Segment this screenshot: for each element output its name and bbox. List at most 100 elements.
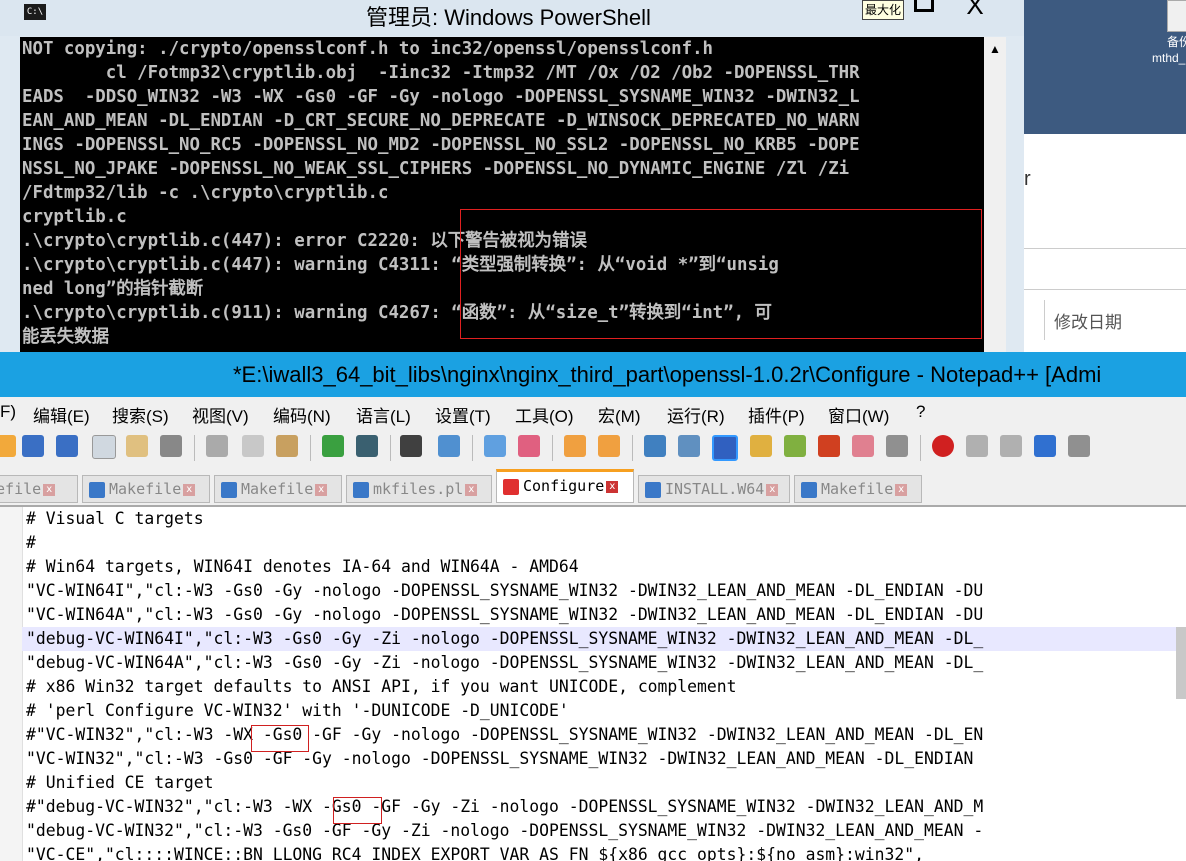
tab-bar: kefilex Makefilex Makefilex mkfiles.plx … bbox=[0, 467, 1186, 507]
close-file-icon[interactable] bbox=[92, 435, 116, 459]
file-icon bbox=[89, 481, 105, 498]
file-icon[interactable] bbox=[1167, 0, 1186, 32]
console-line: NOT copying: ./crypto/opensslconf.h to i… bbox=[22, 39, 714, 59]
paste-icon[interactable] bbox=[276, 435, 298, 457]
redo-icon[interactable] bbox=[356, 435, 378, 457]
tab-close-icon[interactable]: x bbox=[766, 483, 779, 496]
tab-label: Makefile bbox=[241, 480, 314, 498]
print-icon[interactable] bbox=[160, 435, 182, 457]
code-line: "VC-CE","cl::::WINCE::BN_LLONG RC4_INDEX… bbox=[26, 845, 924, 861]
menu-view[interactable]: 视图(V) bbox=[192, 402, 249, 427]
indent-guide-icon[interactable] bbox=[712, 435, 738, 461]
maximize-button[interactable] bbox=[906, 0, 942, 12]
show-all-chars-icon[interactable] bbox=[678, 435, 700, 457]
zoom-out-icon[interactable] bbox=[518, 435, 540, 457]
menu-run[interactable]: 运行(R) bbox=[667, 402, 725, 427]
tab-makefile-0[interactable]: kefilex bbox=[0, 475, 78, 503]
replace-icon[interactable] bbox=[438, 435, 460, 457]
menu-language[interactable]: 语言(L) bbox=[356, 402, 411, 427]
window-title: *E:\iwall3_64_bit_libs\nginx\nginx_third… bbox=[233, 362, 1102, 387]
code-line: # Win64 targets, WIN64I denotes IA-64 an… bbox=[26, 557, 579, 576]
close-button[interactable]: X bbox=[950, 0, 1000, 20]
code-line: # bbox=[26, 533, 36, 552]
code-editor[interactable]: # Visual C targets # # Win64 targets, WI… bbox=[0, 507, 1186, 861]
maximize-tooltip: 最大化 bbox=[862, 0, 904, 20]
run-macro-multiple-icon[interactable] bbox=[1034, 435, 1056, 457]
code-line: "debug-VC-WIN32","cl:-W3 -Gs0 -GF -Gy -Z… bbox=[26, 821, 984, 840]
code-line: "VC-WIN64A","cl:-W3 -Gs0 -Gy -nologo -DO… bbox=[26, 605, 984, 624]
code-line: "debug-VC-WIN64A","cl:-W3 -Gs0 -Gy -Zi -… bbox=[26, 653, 984, 672]
cut-icon[interactable] bbox=[206, 435, 228, 457]
language-icon[interactable] bbox=[750, 435, 772, 457]
tab-close-icon[interactable]: x bbox=[895, 483, 908, 496]
tab-close-icon[interactable]: x bbox=[183, 483, 196, 496]
toolbar-separator bbox=[632, 435, 633, 461]
fold-margin[interactable] bbox=[0, 507, 23, 861]
save-icon[interactable] bbox=[22, 435, 44, 457]
menu-tools[interactable]: 工具(O) bbox=[515, 402, 574, 427]
doc-map-icon[interactable] bbox=[784, 435, 806, 457]
word-wrap-icon[interactable] bbox=[644, 435, 666, 457]
code-line: #"VC-WIN32","cl:-W3 -WX -Gs0 -GF -Gy -no… bbox=[26, 725, 984, 744]
powershell-titlebar[interactable]: C:\ 管理员: Windows PowerShell 最大化 X bbox=[0, 0, 1024, 36]
menu-window[interactable]: 窗口(W) bbox=[828, 402, 889, 427]
file-icon bbox=[801, 481, 817, 498]
sync-horizontal-icon[interactable] bbox=[598, 435, 620, 457]
console-icon[interactable]: C:\ bbox=[24, 4, 46, 20]
file-icon bbox=[503, 478, 519, 495]
menu-help[interactable]: ? bbox=[916, 402, 925, 422]
powershell-window: C:\ 管理员: Windows PowerShell 最大化 X NOT co… bbox=[0, 0, 1024, 352]
toolbar-separator bbox=[194, 435, 195, 461]
code-line: #"debug-VC-WIN32","cl:-W3 -WX -Gs0 -GF -… bbox=[26, 797, 984, 816]
tab-makefile-3[interactable]: Makefile x bbox=[794, 475, 922, 503]
tab-close-icon[interactable]: x bbox=[465, 483, 478, 496]
search-field[interactable] bbox=[1024, 248, 1186, 290]
error-highlight-box bbox=[460, 209, 982, 339]
column-header-modified-date[interactable]: 修改日期 bbox=[1054, 308, 1122, 333]
tab-close-icon[interactable]: x bbox=[43, 483, 56, 496]
console-scrollbar[interactable]: ▲ bbox=[984, 37, 1006, 352]
play-macro-icon[interactable] bbox=[1000, 435, 1022, 457]
tab-makefile-1[interactable]: Makefile x bbox=[82, 475, 210, 503]
tab-makefile-2[interactable]: Makefile x bbox=[214, 475, 342, 503]
scroll-up-icon[interactable]: ▲ bbox=[986, 39, 1004, 59]
tab-configure[interactable]: Configure x bbox=[496, 469, 634, 503]
find-icon[interactable] bbox=[400, 435, 422, 457]
menu-search[interactable]: 搜索(S) bbox=[112, 402, 169, 427]
monitoring-icon[interactable] bbox=[886, 435, 908, 457]
menu-settings[interactable]: 设置(T) bbox=[435, 402, 491, 427]
sync-vertical-icon[interactable] bbox=[564, 435, 586, 457]
menu-plugins[interactable]: 插件(P) bbox=[748, 402, 805, 427]
menu-macro[interactable]: 宏(M) bbox=[598, 402, 640, 427]
tab-mkfiles[interactable]: mkfiles.pl x bbox=[346, 475, 492, 503]
editor-scrollbar-thumb[interactable] bbox=[1176, 627, 1186, 699]
undo-icon[interactable] bbox=[322, 435, 344, 457]
tab-install-w64[interactable]: INSTALL.W64 x bbox=[638, 475, 790, 503]
toolbar bbox=[0, 429, 1186, 468]
tab-close-icon[interactable]: x bbox=[315, 483, 328, 496]
menu-encoding[interactable]: 编码(N) bbox=[273, 402, 331, 427]
file-icon bbox=[353, 481, 369, 498]
menu-file[interactable]: F) bbox=[0, 402, 16, 422]
notepadpp-window: *E:\iwall3_64_bit_libs\nginx\nginx_third… bbox=[0, 352, 1186, 861]
file-label-2[interactable]: mthd_ bbox=[1152, 51, 1185, 65]
wx-highlight-box bbox=[251, 725, 309, 752]
tab-label: Makefile bbox=[821, 480, 894, 498]
copy-icon[interactable] bbox=[242, 435, 264, 457]
menu-edit[interactable]: 编辑(E) bbox=[33, 402, 90, 427]
stop-macro-icon[interactable] bbox=[966, 435, 988, 457]
folder-workspace-icon[interactable] bbox=[852, 435, 874, 457]
file-label[interactable]: 备份 bbox=[1167, 33, 1186, 50]
code-line: # Unified CE target bbox=[26, 773, 214, 792]
record-macro-icon[interactable] bbox=[932, 435, 954, 457]
code-line: "debug-VC-WIN64I","cl:-W3 -Gs0 -Gy -Zi -… bbox=[26, 629, 984, 648]
close-all-icon[interactable] bbox=[126, 435, 148, 457]
save-macro-icon[interactable] bbox=[1068, 435, 1090, 457]
save-all-icon[interactable] bbox=[56, 435, 78, 457]
console-line: NSSL_NO_JPAKE -DOPENSSL_NO_WEAK_SSL_CIPH… bbox=[22, 159, 850, 179]
open-file-icon[interactable] bbox=[0, 435, 16, 457]
notepadpp-titlebar[interactable]: *E:\iwall3_64_bit_libs\nginx\nginx_third… bbox=[0, 352, 1186, 397]
tab-close-icon[interactable]: x bbox=[606, 480, 619, 493]
zoom-in-icon[interactable] bbox=[484, 435, 506, 457]
function-list-icon[interactable] bbox=[818, 435, 840, 457]
